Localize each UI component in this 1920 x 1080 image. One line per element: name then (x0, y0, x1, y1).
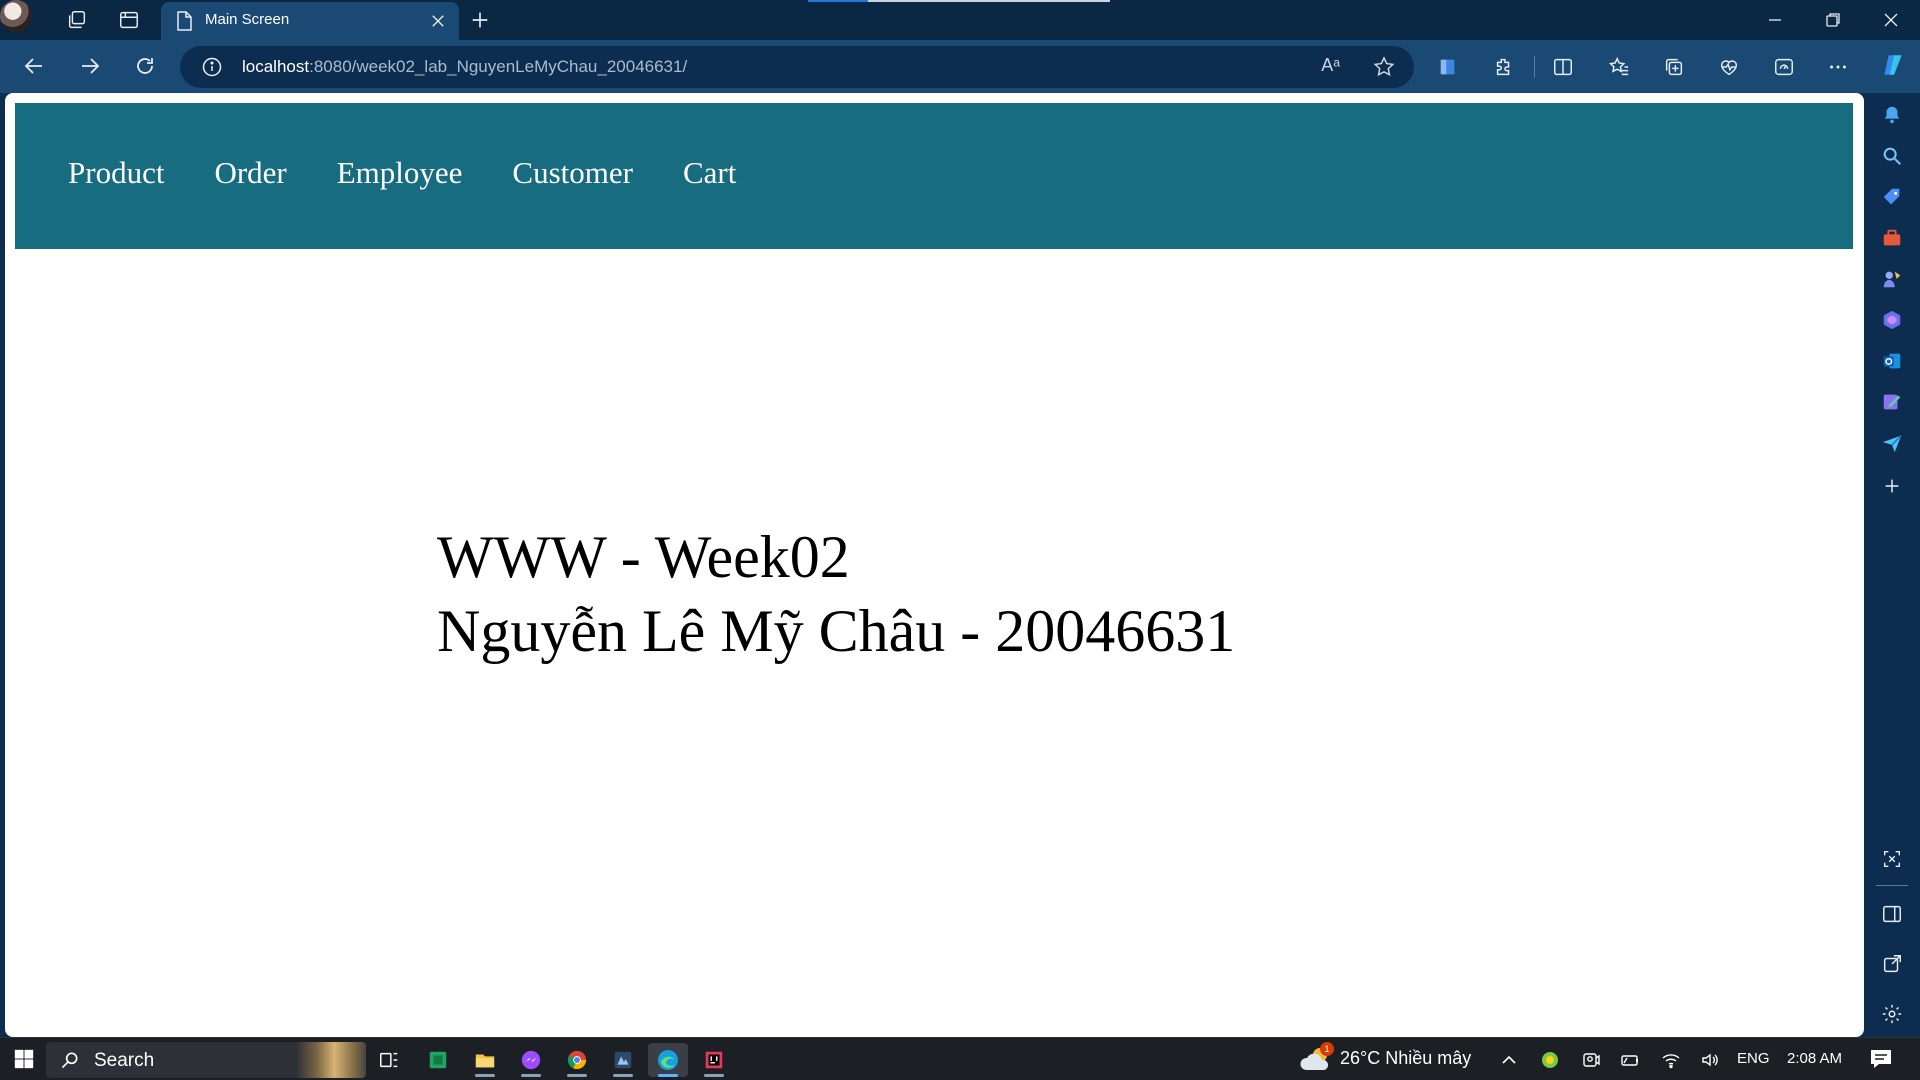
copilot-icon[interactable] (1876, 48, 1910, 82)
extensions-icon[interactable] (1486, 50, 1522, 84)
taskbar-search[interactable]: Search (46, 1042, 366, 1078)
tools-icon[interactable] (1876, 222, 1908, 254)
designer-icon[interactable] (1876, 386, 1908, 418)
profile-avatar[interactable] (0, 0, 32, 32)
info-icon[interactable] (202, 57, 222, 77)
tab-title: Main Screen (205, 11, 290, 28)
chrome-icon[interactable] (557, 1043, 597, 1077)
microsoft-365-icon[interactable] (1876, 304, 1908, 336)
hero-line-course: WWW - Week02 (437, 524, 850, 590)
task-view-icon[interactable] (369, 1043, 409, 1077)
add-sidebar-app-icon[interactable] (1876, 470, 1908, 502)
toolbar-separator (1534, 56, 1535, 78)
eclipse-icon[interactable] (603, 1043, 643, 1077)
hero-heading: WWW - Week02 Nguyễn Lê Mỹ Châu - 2004663… (437, 520, 1235, 668)
read-aloud-icon[interactable]: Aᵃ (1321, 55, 1340, 76)
search-highlight-image (296, 1042, 366, 1078)
intellij-icon[interactable] (694, 1043, 734, 1077)
running-indicator (521, 1074, 541, 1077)
shopping-icon[interactable] (1876, 181, 1908, 213)
browser-tab-strip: Main Screen (0, 0, 1920, 40)
loading-indicator (808, 0, 868, 2)
url-text[interactable]: localhost:8080/week02_lab_NguyenLeMyChau… (242, 57, 687, 77)
app-tray-icon[interactable] (1539, 1049, 1561, 1071)
back-icon[interactable] (14, 48, 54, 84)
minimize-icon[interactable] (1752, 4, 1798, 36)
search-icon (61, 1052, 78, 1069)
page-icon (177, 11, 192, 31)
nav-cart-link[interactable]: Cart (683, 155, 736, 191)
workspaces-icon[interactable] (60, 5, 94, 35)
address-bar[interactable]: localhost:8080/week02_lab_NguyenLeMyChau… (180, 46, 1414, 88)
add-favorite-icon[interactable] (1372, 55, 1396, 79)
refresh-icon[interactable] (125, 48, 165, 84)
meet-now-icon[interactable] (1580, 1049, 1602, 1071)
more-options-icon[interactable] (1820, 50, 1856, 84)
favorites-icon[interactable] (1601, 50, 1637, 84)
notification-center-icon[interactable] (1868, 1047, 1894, 1071)
wifi-icon[interactable] (1660, 1049, 1682, 1071)
games-icon[interactable] (1876, 263, 1908, 295)
tab-actions-icon[interactable] (112, 5, 146, 35)
nav-customer-link[interactable]: Customer (512, 155, 633, 191)
running-indicator (613, 1074, 633, 1077)
performance-icon[interactable] (1766, 50, 1802, 84)
weather-alert-badge: 1 (1320, 1042, 1334, 1056)
outlook-icon[interactable] (1876, 345, 1908, 377)
web-page: Product Order Employee Customer Cart WWW… (5, 93, 1864, 1037)
browser-toolbar: localhost:8080/week02_lab_NguyenLeMyChau… (0, 40, 1920, 93)
windows-taskbar: Search 1 26°C Nhiều mây ENG 2:08 AM (0, 1037, 1920, 1080)
weather-condition: Nhiều mây (1385, 1048, 1472, 1068)
nav-employee-link[interactable]: Employee (337, 155, 463, 191)
loading-indicator-track (868, 0, 1110, 2)
battery-icon[interactable] (1619, 1049, 1641, 1071)
windows-start-icon[interactable] (8, 1044, 40, 1074)
new-tab-icon[interactable] (463, 5, 497, 35)
edge-taskbar-icon[interactable] (648, 1043, 688, 1077)
sidebar-settings-icon[interactable] (1876, 998, 1908, 1030)
running-indicator (658, 1074, 678, 1077)
collections-app-icon[interactable] (1430, 50, 1466, 84)
screenshot-icon[interactable] (1876, 843, 1908, 875)
running-indicator (475, 1074, 495, 1077)
volume-icon[interactable] (1699, 1049, 1721, 1071)
messenger-icon[interactable] (511, 1043, 551, 1077)
edge-sidebar (1864, 93, 1920, 1037)
tab-main-screen[interactable]: Main Screen (161, 2, 459, 40)
close-tab-icon[interactable] (427, 10, 449, 32)
search-sidebar-icon[interactable] (1876, 140, 1908, 172)
search-label: Search (94, 1050, 155, 1071)
running-indicator (704, 1074, 724, 1077)
forward-icon[interactable] (70, 48, 110, 84)
url-path: :8080/week02_lab_NguyenLeMyChau_20046631… (309, 57, 688, 76)
sidebar-divider (1876, 885, 1908, 886)
hide-sidebar-icon[interactable] (1876, 898, 1908, 930)
notifications-icon[interactable] (1876, 99, 1908, 131)
weather-temp: 26°C (1340, 1048, 1381, 1068)
input-language[interactable]: ENG (1737, 1050, 1770, 1067)
nav-product-link[interactable]: Product (68, 155, 164, 191)
site-header: Product Order Employee Customer Cart (15, 103, 1853, 249)
running-indicator (567, 1074, 587, 1077)
show-hidden-icons-chevron-icon[interactable] (1498, 1049, 1520, 1071)
hero-line-student: Nguyễn Lê Mỹ Châu - 20046631 (437, 598, 1236, 664)
system-clock[interactable]: 2:08 AM (1787, 1050, 1842, 1067)
collections-icon[interactable] (1656, 50, 1692, 84)
open-external-icon[interactable] (1876, 948, 1908, 980)
excel-app-icon[interactable] (418, 1043, 458, 1077)
file-explorer-icon[interactable] (465, 1043, 505, 1077)
url-host: localhost (242, 57, 310, 76)
split-screen-icon[interactable] (1545, 50, 1581, 84)
restore-icon[interactable] (1810, 4, 1856, 36)
weather-text: 26°C Nhiều mây (1340, 1048, 1471, 1069)
nav-order-link[interactable]: Order (214, 155, 286, 191)
close-window-icon[interactable] (1868, 4, 1914, 36)
browser-essentials-icon[interactable] (1711, 50, 1747, 84)
site-nav: Product Order Employee Customer Cart (68, 155, 736, 191)
drop-icon[interactable] (1876, 427, 1908, 459)
